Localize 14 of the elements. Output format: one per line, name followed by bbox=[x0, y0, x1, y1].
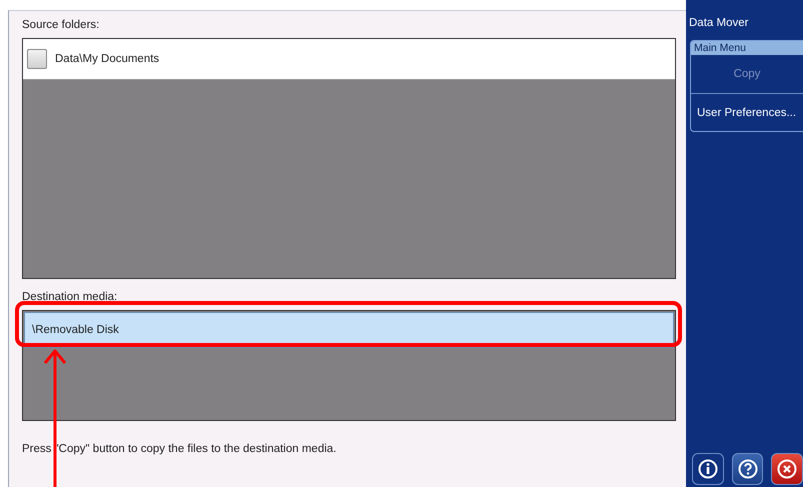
help-icon bbox=[738, 459, 758, 479]
checkbox[interactable] bbox=[27, 49, 47, 69]
section-label: Destination media: bbox=[22, 290, 118, 305]
menu-header: Main Menu bbox=[691, 41, 803, 55]
menu-item[interactable]: User Preferences... bbox=[691, 93, 803, 131]
instruction-text: Press "Copy" button to copy the files to the destination media. bbox=[22, 443, 338, 455]
info-icon bbox=[698, 459, 718, 479]
close-icon bbox=[777, 459, 798, 479]
info-button[interactable] bbox=[692, 453, 724, 485]
section-label: Source folders: bbox=[22, 18, 100, 33]
close-button[interactable] bbox=[771, 453, 803, 485]
folder-name[interactable]: Data\My Documents bbox=[55, 53, 160, 65]
help-button[interactable] bbox=[732, 453, 764, 485]
sidebar-title: Data Mover bbox=[688, 17, 750, 31]
